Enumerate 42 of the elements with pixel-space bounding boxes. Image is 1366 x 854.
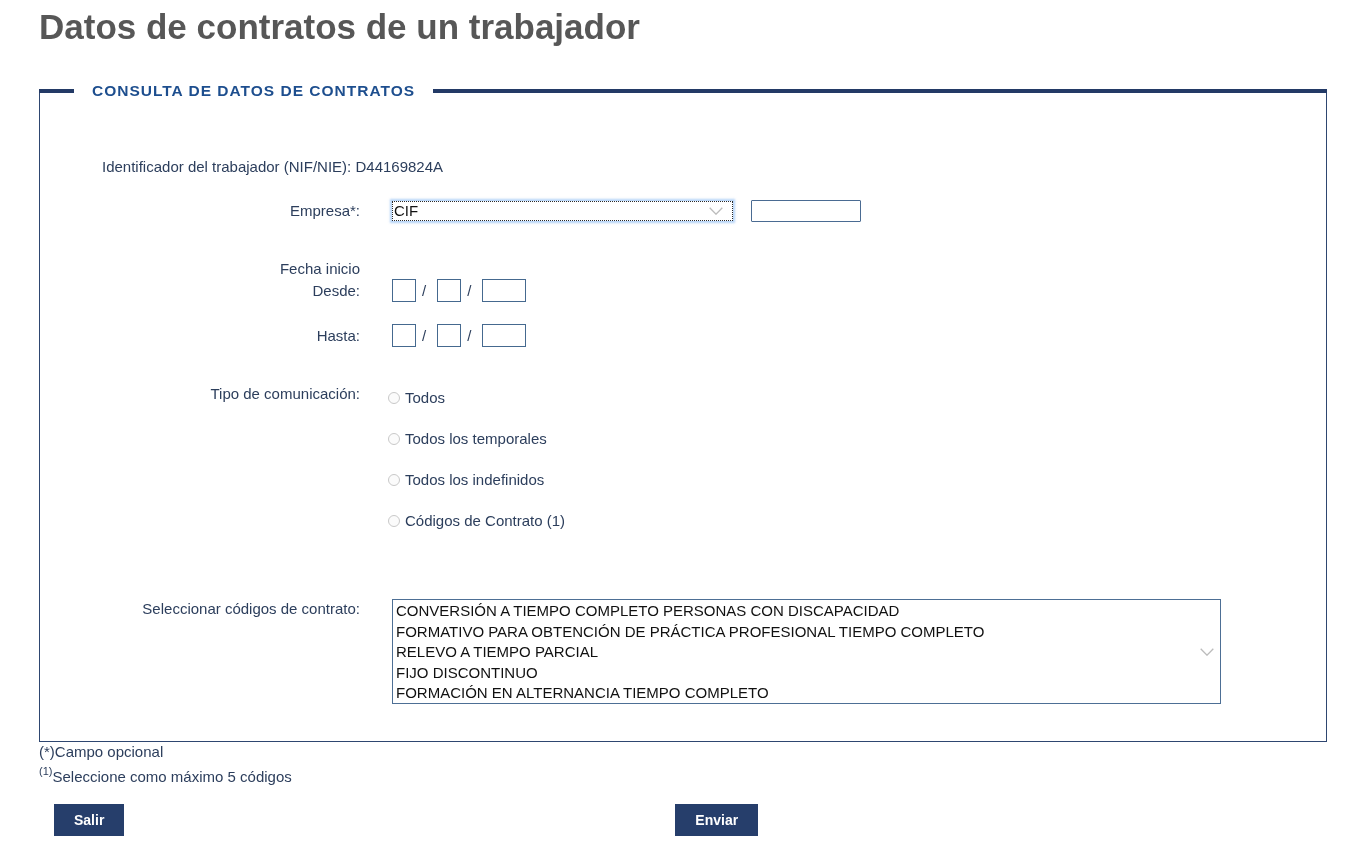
date-separator: / bbox=[467, 325, 472, 346]
list-option[interactable]: FORMATIVO PARA OBTENCIÓN DE PRÁCTICA PROFESIONAL TIEMPO COMPLETO bbox=[396, 621, 985, 642]
radio-label[interactable]: Códigos de Contrato (1) bbox=[405, 511, 566, 531]
date-separator: / bbox=[467, 280, 472, 301]
page-title: Datos de contratos de un trabajador bbox=[39, 6, 641, 47]
radio-button[interactable] bbox=[388, 392, 400, 404]
action-button[interactable]: Enviar bbox=[675, 804, 759, 836]
field-label: Fecha inicio bbox=[278, 259, 360, 279]
footnote: (*)Campo opcional bbox=[39, 742, 165, 762]
date-field[interactable] bbox=[482, 324, 527, 347]
radio-button[interactable] bbox=[388, 474, 400, 486]
date-field[interactable] bbox=[482, 279, 527, 302]
section-title: CONSULTA DE DATOS DE CONTRATOS bbox=[91, 81, 417, 101]
text-field[interactable] bbox=[751, 200, 861, 222]
date-field[interactable] bbox=[392, 324, 416, 347]
field-label: Hasta: bbox=[315, 325, 360, 346]
chevron-icon bbox=[709, 207, 723, 215]
list-option[interactable]: CONVERSIÓN A TIEMPO COMPLETO PERSONAS CON DISCAPACIDAD bbox=[396, 601, 900, 622]
radio-label[interactable]: Todos los temporales bbox=[405, 429, 547, 449]
date-field[interactable] bbox=[437, 279, 462, 302]
date-separator: / bbox=[422, 325, 427, 346]
chevron-icon bbox=[1200, 648, 1214, 656]
date-field[interactable] bbox=[392, 279, 416, 302]
date-field[interactable] bbox=[437, 324, 462, 347]
date-separator: / bbox=[422, 280, 427, 301]
radio-label[interactable]: Todos los indefinidos bbox=[405, 470, 545, 490]
worker-id-label: Identificador del trabajador (NIF/NIE): bbox=[102, 158, 352, 175]
list-option[interactable]: FIJO DISCONTINUO bbox=[396, 662, 538, 683]
worker-id-value: D44169824A bbox=[355, 158, 444, 175]
radio-button[interactable] bbox=[388, 433, 400, 445]
action-button[interactable]: Salir bbox=[54, 804, 125, 836]
radio-button[interactable] bbox=[388, 515, 400, 527]
list-option[interactable]: FORMACIÓN EN ALTERNANCIA TIEMPO COMPLETO bbox=[396, 683, 769, 704]
field-label: Desde: bbox=[311, 281, 360, 301]
radio-label[interactable]: Todos bbox=[405, 388, 446, 408]
dropdown[interactable]: CIF bbox=[392, 201, 733, 221]
field-label: Empresa*: bbox=[288, 201, 360, 221]
list-option[interactable]: RELEVO A TIEMPO PARCIAL bbox=[396, 642, 599, 663]
field-label: Seleccionar códigos de contrato: bbox=[141, 599, 360, 619]
listbox[interactable] bbox=[392, 599, 1221, 704]
footnote: $^{(1)}$Seleccione como máximo 5 códigos bbox=[39, 767, 293, 787]
field-label: Tipo de comunicación: bbox=[209, 384, 360, 404]
